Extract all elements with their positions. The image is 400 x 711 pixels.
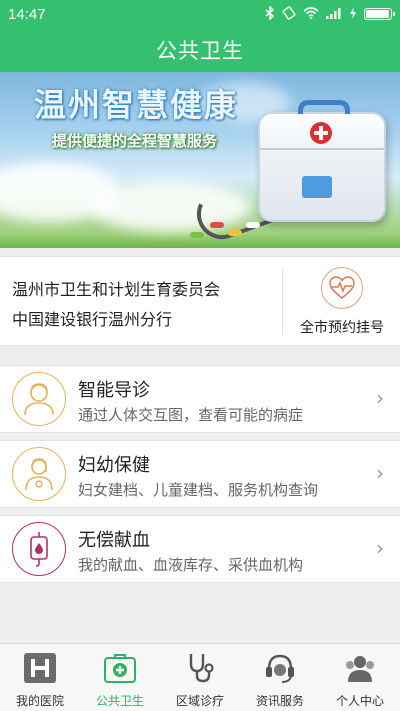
pill-illustration [246,222,260,228]
pill-illustration [228,230,242,236]
sponsor-lines: 温州市卫生和计划生育委员会 中国建设银行温州分行 [12,275,220,335]
service-desc: 我的献血、血液库存、采供血机构 [78,556,304,574]
sponsor-line-2: 中国建设银行温州分行 [12,310,173,329]
doctor-female-icon [12,372,66,426]
tab-personal-center[interactable]: 个人中心 [320,644,400,711]
tab-info-service[interactable]: 资讯服务 [240,644,320,711]
tab-label: 我的医院 [15,694,64,708]
sponsor-line-1: 温州市卫生和计划生育委员会 [12,280,221,299]
banner-subline: 提供便捷的全程智慧服务 [52,132,218,150]
service-desc: 通过人体交互图，查看可能的病症 [78,406,304,424]
hospital-icon [23,652,57,688]
tab-public-health[interactable]: 公共卫生 [80,644,160,711]
wifi-icon [303,7,319,21]
chevron-right-icon: › [376,461,384,485]
tab-label: 公共卫生 [95,694,144,708]
appointment-label: 全市预约挂号 [300,320,384,336]
signal-icon [326,7,342,21]
stethoscope-icon [183,652,217,688]
tab-label: 个人中心 [335,694,384,708]
service-desc: 妇女建档、儿童建档、服务机构查询 [78,481,319,499]
page-title: 公共卫生 [156,39,244,63]
rotation-icon [282,6,296,22]
title-bar: 公共卫生 [0,28,400,72]
status-bar: 14:47 [0,0,400,28]
tab-label: 区域诊疗 [175,694,224,708]
mother-child-icon [12,447,66,501]
medical-kit-icon [103,652,137,688]
tab-regional-care[interactable]: 区域诊疗 [160,644,240,711]
tab-label: 资讯服务 [255,694,304,708]
service-card-blood-donation[interactable]: 无偿献血 我的献血、血液库存、采供血机构 › [0,515,400,583]
tab-my-hospital[interactable]: 我的医院 [0,644,80,711]
bottom-tab-bar: 我的医院 公共卫生 区域诊疗 资讯服务 个人中心 [0,643,400,711]
service-card-maternal-child[interactable]: 妇幼保健 妇女建档、儿童建档、服务机构查询 › [0,440,400,508]
pill-illustration [190,232,204,238]
service-title: 妇幼保健 [78,455,150,476]
status-time: 14:47 [8,5,46,23]
battery-icon [364,8,395,20]
service-title: 无偿献血 [78,530,150,551]
appointment-button[interactable]: 全市预约挂号 [284,257,400,347]
chevron-right-icon: › [376,536,384,560]
users-icon [343,652,377,688]
service-title: 智能导诊 [78,380,150,401]
bluetooth-icon [265,5,275,22]
headset-icon [263,652,297,688]
pill-illustration [210,222,224,228]
sponsor-panel: 温州市卫生和计划生育委员会 中国建设银行温州分行 全市预约挂号 [0,256,400,346]
promo-banner[interactable]: 温州智慧健康 提供便捷的全程智慧服务 [0,72,400,248]
banner-headline: 温州智慧健康 [34,86,239,124]
status-icons [265,5,395,22]
divider [282,269,283,335]
charging-icon [349,7,357,21]
heart-pulse-icon [321,267,363,309]
chevron-right-icon: › [376,386,384,410]
service-card-smart-triage[interactable]: 智能导诊 通过人体交互图，查看可能的病症 › [0,365,400,433]
blood-bag-icon [12,522,66,576]
first-aid-kit-illustration [258,100,386,222]
